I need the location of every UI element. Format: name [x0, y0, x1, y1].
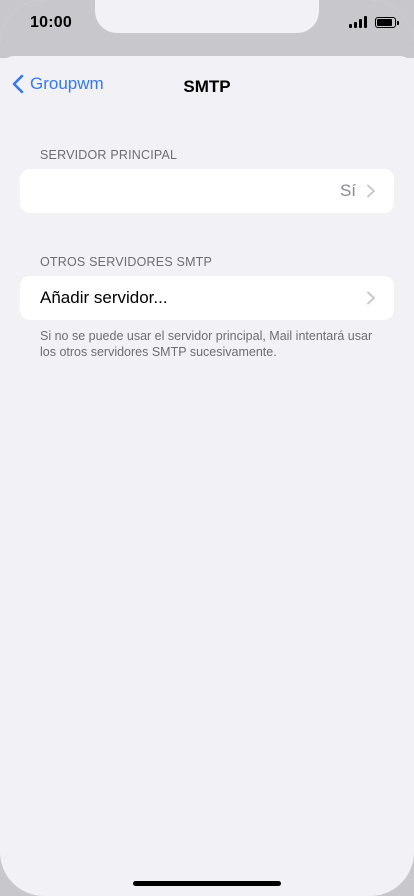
add-server-cell[interactable]: Añadir servidor...	[20, 276, 394, 320]
other-servers-footnote: Si no se puede usar el servidor principa…	[40, 329, 373, 359]
status-bar: 10:00	[0, 0, 414, 58]
section-header-other: OTROS SERVIDORES SMTP	[40, 255, 213, 269]
chevron-right-icon	[367, 291, 375, 305]
status-time: 10:00	[30, 14, 72, 31]
signal-icon	[349, 16, 367, 28]
phone-frame: 10:00 Groupwm SMTP SERVIDOR PRINCIPAL Sí…	[0, 0, 414, 896]
notch	[95, 0, 319, 33]
navigation-bar: Groupwm SMTP	[0, 70, 414, 104]
primary-server-value: Sí	[339, 181, 356, 200]
primary-server-cell[interactable]: Sí	[20, 169, 394, 213]
page-title: SMTP	[183, 77, 231, 96]
chevron-right-icon	[367, 184, 375, 198]
home-indicator[interactable]	[133, 881, 281, 886]
section-header-primary: SERVIDOR PRINCIPAL	[40, 148, 178, 162]
status-icons	[349, 16, 399, 28]
screen: 10:00 Groupwm SMTP SERVIDOR PRINCIPAL Sí…	[0, 0, 414, 896]
add-server-label: Añadir servidor...	[40, 288, 168, 307]
battery-icon	[375, 16, 399, 28]
